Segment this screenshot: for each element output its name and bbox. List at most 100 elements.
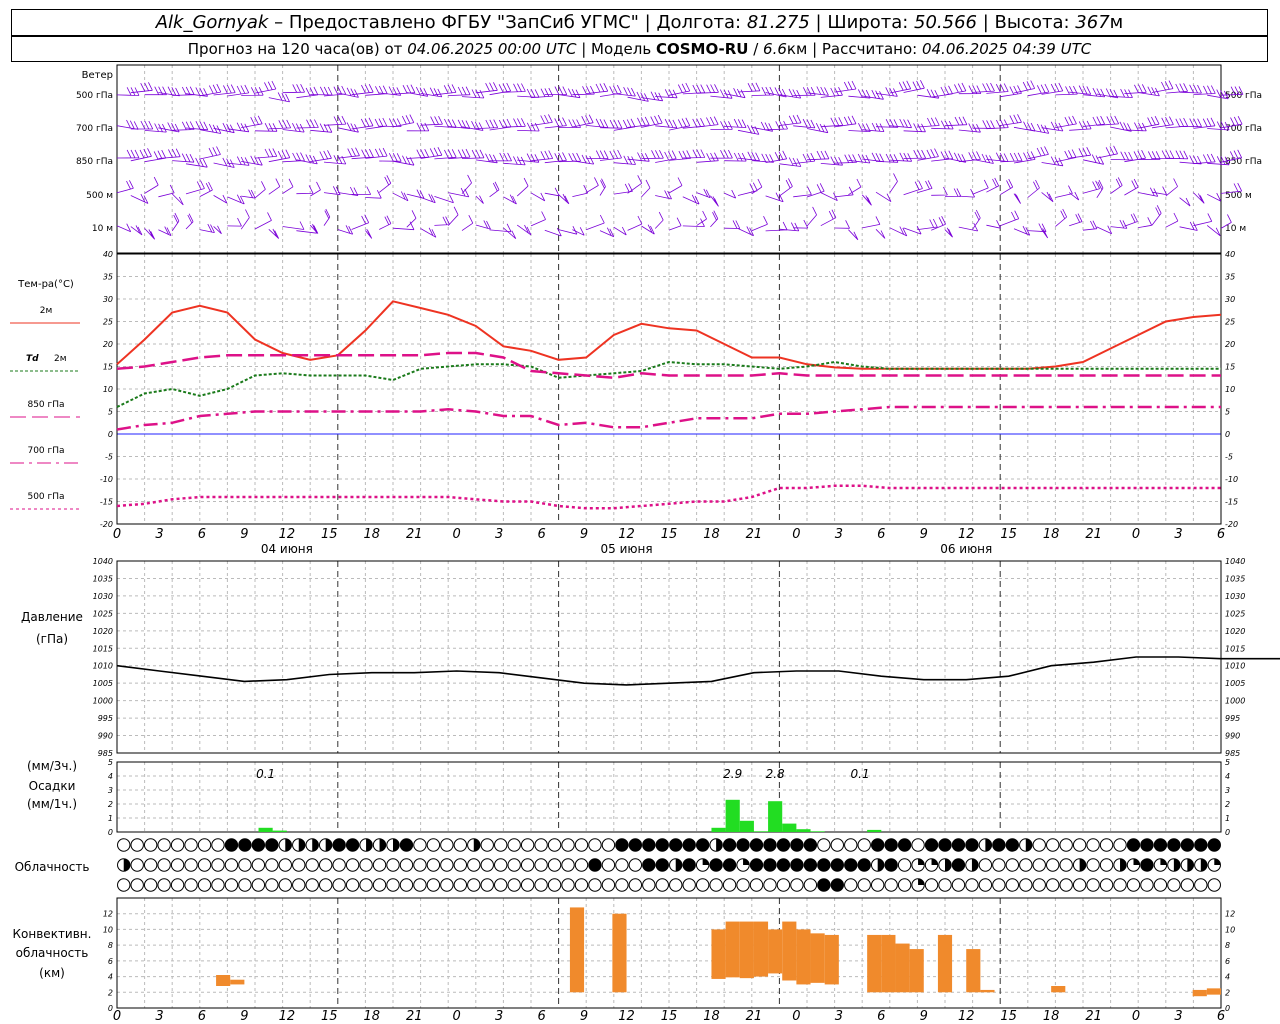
cloud-cover-symbol	[143, 838, 158, 852]
wind-barb	[544, 86, 568, 95]
wind-barb	[1151, 186, 1167, 195]
cloud-cover-half	[1173, 858, 1181, 872]
cloud-cover-half	[123, 858, 130, 872]
y-tick-label: 20	[1225, 340, 1235, 349]
wind-barb	[392, 84, 416, 95]
x-tick-label: 18	[703, 527, 720, 542]
wind-barb	[599, 227, 615, 238]
cloud-cover-symbol	[884, 878, 898, 892]
wind-title: Ветер	[82, 70, 113, 81]
wind-barb	[627, 215, 643, 231]
cloud-cover-symbol	[345, 878, 360, 892]
wind-barb	[378, 175, 392, 193]
cloud-cover-symbol	[1194, 878, 1208, 892]
convective-bar	[824, 934, 839, 985]
cloud-cover-symbol	[547, 838, 562, 852]
wind-barb	[213, 194, 228, 204]
x-tick-label: 9	[920, 1009, 928, 1024]
convective-bar	[881, 934, 896, 993]
x-tick-label: 0	[792, 527, 800, 542]
cloud-cover-symbol	[669, 838, 683, 852]
cloud-cover-half	[877, 858, 884, 872]
cloud-cover-symbol	[453, 878, 468, 892]
x-tick-label: 12	[958, 527, 975, 542]
cloud-cover-symbol	[628, 838, 643, 852]
y-tick-label: 1020	[1225, 627, 1245, 636]
wind-barb	[737, 124, 760, 135]
x-tick-label: 12	[279, 527, 296, 542]
cloud-cover-symbol	[292, 878, 306, 892]
cloud-cover-symbol	[722, 858, 737, 872]
convective-bar	[867, 934, 882, 993]
cloud-cover-symbol	[561, 878, 575, 892]
y-tick-label: 985	[98, 749, 113, 758]
cloud-cover-symbol	[938, 878, 952, 892]
wind-barb	[268, 119, 292, 130]
cloud-cover-symbol	[628, 878, 643, 892]
cloud-cover-symbol	[574, 878, 589, 892]
wind-barb	[986, 83, 1009, 94]
wind-barb	[793, 186, 812, 198]
y-tick-label: -15	[100, 498, 113, 507]
wind-barb	[627, 152, 650, 162]
y-tick-label: 12	[103, 910, 113, 919]
y-tick-label: 1030	[93, 592, 113, 601]
wind-barb	[1069, 147, 1092, 159]
cloud-cover-symbol	[332, 838, 346, 852]
x-tick-label: 12	[279, 1009, 296, 1024]
cloud-cover-symbol	[197, 858, 212, 872]
cloud-cover-symbol	[884, 858, 898, 872]
cloud-cover-symbol	[1099, 878, 1114, 892]
convective-bar	[810, 933, 825, 983]
x-tick-label: 21	[1085, 1009, 1102, 1024]
cloud-cover-half	[473, 838, 480, 852]
cloud-cover-symbol	[467, 858, 481, 872]
wind-barb	[516, 177, 529, 197]
temp-title: Тем-ра(°С)	[17, 279, 74, 290]
wind-barb	[889, 80, 912, 94]
cloud-cover-symbol	[857, 838, 871, 852]
cloud-cover-symbol	[534, 878, 548, 892]
wind-barb	[227, 217, 242, 227]
y-tick-label: 0	[1225, 828, 1230, 837]
wind-barb	[268, 92, 290, 103]
wind-barb	[392, 191, 409, 202]
wind-barb	[1207, 192, 1222, 202]
cloud-cover-half	[325, 838, 332, 852]
wind-barb	[420, 147, 443, 159]
x-tick-label: 15	[321, 527, 338, 542]
wind-barb	[1000, 114, 1022, 126]
cloud-cover-symbol	[520, 858, 535, 872]
cloud-cover-symbol	[265, 838, 279, 852]
y-tick-label: 4	[1225, 772, 1230, 781]
y-tick-label: 2	[108, 800, 113, 809]
cloud-cover-symbol	[534, 858, 548, 872]
wind-barb	[1096, 225, 1113, 235]
x-tick-label: 15	[661, 527, 678, 542]
wind-barb	[130, 82, 153, 94]
wind-barb	[848, 153, 871, 164]
cloud-cover-symbol	[682, 838, 696, 852]
wind-barb	[889, 152, 913, 162]
x-tick-label: 15	[661, 1009, 678, 1024]
precip-3h-label: 0.1	[851, 767, 870, 781]
y-tick-label: 4	[108, 772, 113, 781]
wind-barb	[1027, 146, 1049, 160]
cloud-cover-symbol	[170, 838, 185, 852]
x-tick-label: 3	[155, 1009, 163, 1024]
cloud-cover-symbol	[951, 858, 966, 872]
cloud-cover-symbol	[803, 878, 818, 892]
cloud-cover-symbol	[722, 838, 737, 852]
cloud-cover-symbol	[265, 858, 279, 872]
wind-barb	[544, 187, 560, 197]
cloud-cover-symbol	[1153, 838, 1168, 852]
wind-barb	[241, 87, 264, 96]
y-tick-label: 5	[108, 408, 113, 417]
cloud-cover-quarter	[1133, 858, 1140, 865]
cloud-cover-symbol	[1113, 838, 1127, 852]
precip-3h-label: 2.9	[723, 767, 742, 781]
cloud-cover-symbol	[507, 878, 521, 892]
wind-barb	[1138, 187, 1159, 197]
wind-barb	[199, 146, 221, 160]
precip-bar	[768, 801, 783, 832]
